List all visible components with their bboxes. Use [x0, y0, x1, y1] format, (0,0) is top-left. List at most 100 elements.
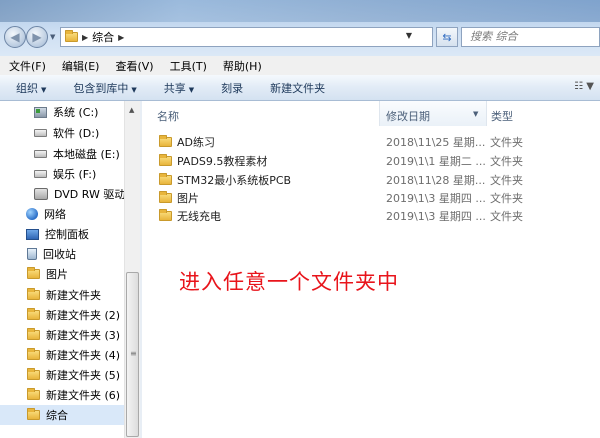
sort-dropdown-icon[interactable]: ▼: [473, 110, 478, 118]
nav-item-label: 新建文件夹 (4): [46, 349, 121, 362]
share-button[interactable]: 共享 ▼: [148, 80, 205, 96]
nav-item-entertainment-drive[interactable]: 娱乐 (F:): [34, 164, 96, 184]
network-icon: [26, 208, 38, 220]
file-date: 2018\11\25 星期...: [386, 136, 486, 149]
folder-icon: [27, 368, 40, 380]
nav-item-new-folder-4[interactable]: 新建文件夹 (4): [27, 345, 120, 365]
nav-item-label: DVD RW 驱动: [54, 188, 126, 201]
nav-item-software-drive[interactable]: 软件 (D:): [34, 123, 99, 143]
nav-item-recycle-bin[interactable]: 回收站: [27, 244, 76, 264]
nav-item-control-panel[interactable]: 控制面板: [26, 224, 89, 244]
file-row[interactable]: PADS9.5教程素材 2019\1\1 星期二 ... 文件夹: [142, 150, 600, 168]
recent-pages-dropdown-icon[interactable]: ▼: [50, 33, 55, 41]
folder-icon: [159, 135, 172, 147]
nav-item-label: 新建文件夹 (5): [46, 369, 121, 382]
nav-item-zonghe[interactable]: 综合: [0, 405, 124, 425]
file-name: 无线充电: [177, 210, 221, 223]
nav-item-label: 控制面板: [45, 228, 89, 241]
scrollbar-thumb[interactable]: ≡: [126, 272, 139, 437]
scroll-up-icon[interactable]: ▲: [129, 106, 134, 114]
nav-item-label: 网络: [44, 208, 66, 221]
nav-item-label: 本地磁盘 (E:): [53, 148, 120, 161]
change-view-icon[interactable]: ☷ ▼: [574, 81, 594, 92]
folder-icon: [65, 30, 78, 42]
folder-icon: [159, 173, 172, 185]
menu-help[interactable]: 帮助(H): [214, 58, 269, 74]
column-header-date[interactable]: 修改日期 ▼: [379, 101, 487, 126]
file-type: 文件夹: [490, 174, 523, 187]
chevron-down-icon: ▼: [188, 85, 195, 94]
nav-item-label: 新建文件夹 (3): [46, 329, 121, 342]
dvd-drive-icon: [34, 188, 48, 200]
breadcrumb-item[interactable]: 综合: [92, 29, 114, 45]
nav-item-local-disk[interactable]: 本地磁盘 (E:): [34, 144, 120, 164]
folder-icon: [27, 328, 40, 340]
file-row[interactable]: 无线充电 2019\1\3 星期四 ... 文件夹: [142, 205, 600, 223]
refresh-button[interactable]: ⇆: [436, 27, 458, 47]
share-label: 共享: [163, 81, 186, 95]
file-type: 文件夹: [490, 210, 523, 223]
nav-item-new-folder-2[interactable]: 新建文件夹 (2): [27, 305, 120, 325]
file-date: 2018\11\28 星期...: [386, 174, 486, 187]
new-folder-button[interactable]: 新建文件夹: [254, 80, 336, 96]
breadcrumb-separator-icon[interactable]: ▶: [118, 33, 124, 42]
back-button[interactable]: ◀: [4, 26, 26, 48]
desktop-background-strip: [0, 0, 600, 22]
recycle-bin-icon: [27, 248, 37, 260]
file-date: 2019\1\3 星期四 ...: [386, 192, 486, 205]
system-drive-icon: [34, 106, 47, 118]
nav-item-new-folder-5[interactable]: 新建文件夹 (5): [27, 365, 120, 385]
organize-label: 组织: [16, 81, 38, 95]
breadcrumb-separator-icon[interactable]: ▶: [82, 33, 88, 42]
nav-item-label: 综合: [46, 409, 68, 422]
column-headers: 名称 修改日期 ▼ 类型: [142, 101, 600, 126]
folder-icon: [159, 191, 172, 203]
menu-tools[interactable]: 工具(T): [161, 58, 214, 74]
command-bar: 组织 ▼ 包含到库中 ▼ 共享 ▼ 刻录 新建文件夹 ☷ ▼: [0, 75, 600, 101]
include-in-library-button[interactable]: 包含到库中 ▼: [57, 80, 147, 96]
column-header-name[interactable]: 名称: [157, 108, 179, 124]
menu-bar: 文件(F) 编辑(E) 查看(V) 工具(T) 帮助(H): [0, 56, 600, 75]
forward-button[interactable]: ▶: [26, 26, 48, 48]
title-bar: ◀ ▶ ▼ ▶ 综合 ▶ ▼ ⇆ 搜索 综合: [0, 0, 600, 56]
folder-icon: [27, 348, 40, 360]
search-input[interactable]: 搜索 综合: [461, 27, 600, 47]
nav-item-dvd-drive[interactable]: DVD RW 驱动: [34, 184, 125, 204]
file-row[interactable]: 图片 2019\1\3 星期四 ... 文件夹: [142, 187, 600, 205]
drive-icon: [34, 150, 47, 158]
file-row[interactable]: STM32最小系统板PCB 2018\11\28 星期... 文件夹: [142, 169, 600, 187]
nav-item-label: 软件 (D:): [53, 127, 100, 140]
column-header-date-label: 修改日期: [386, 110, 430, 123]
nav-item-label: 新建文件夹 (6): [46, 389, 121, 402]
nav-item-label: 新建文件夹: [46, 289, 101, 302]
menu-edit[interactable]: 编辑(E): [53, 58, 107, 74]
nav-item-new-folder[interactable]: 新建文件夹: [27, 285, 101, 305]
nav-item-network[interactable]: 网络: [26, 204, 66, 224]
control-panel-icon: [26, 228, 39, 240]
column-header-type[interactable]: 类型: [491, 108, 513, 124]
folder-icon: [27, 267, 40, 279]
burn-button[interactable]: 刻录: [205, 80, 254, 96]
menu-view[interactable]: 查看(V): [106, 58, 160, 74]
folder-icon: [159, 209, 172, 221]
menu-file[interactable]: 文件(F): [0, 58, 53, 74]
file-row[interactable]: AD练习 2018\11\25 星期... 文件夹: [142, 131, 600, 149]
navigation-scrollbar[interactable]: ▲ ≡: [124, 101, 140, 438]
drive-icon: [34, 129, 47, 137]
file-list: 名称 修改日期 ▼ 类型 AD练习 2018\11\25 星期... 文件夹 P…: [142, 101, 600, 438]
nav-item-system-drive[interactable]: 系统 (C:): [34, 102, 98, 122]
nav-item-new-folder-6[interactable]: 新建文件夹 (6): [27, 385, 120, 405]
organize-button[interactable]: 组织 ▼: [0, 80, 57, 96]
folder-icon: [159, 154, 172, 166]
address-bar[interactable]: ▶ 综合 ▶ ▼: [60, 27, 433, 47]
file-date: 2019\1\3 星期四 ...: [386, 210, 486, 223]
folder-icon: [27, 408, 40, 420]
drive-icon: [34, 170, 47, 178]
address-dropdown-icon[interactable]: ▼: [406, 31, 412, 40]
nav-item-pictures[interactable]: 图片: [27, 264, 68, 284]
file-type: 文件夹: [490, 136, 523, 149]
annotation-text: 进入任意一个文件夹中: [179, 270, 399, 294]
nav-item-new-folder-3[interactable]: 新建文件夹 (3): [27, 325, 120, 345]
file-name: PADS9.5教程素材: [177, 155, 268, 168]
nav-item-label: 新建文件夹 (2): [46, 309, 121, 322]
